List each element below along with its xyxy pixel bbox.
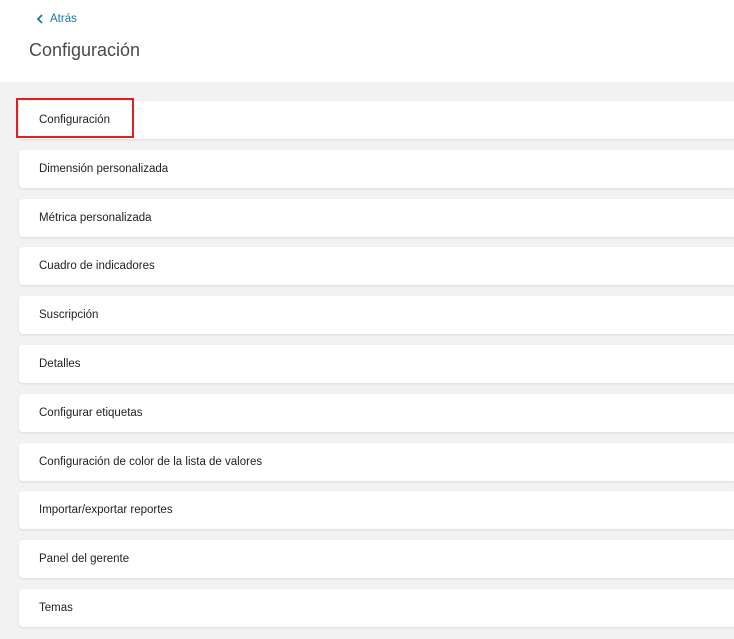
menu-item-temas[interactable]: Temas [19, 588, 734, 627]
menu-item-label: Importar/exportar reportes [39, 504, 173, 517]
page-header: Atrás Configuración [0, 0, 734, 82]
menu-item-label: Dimensión personalizada [39, 162, 169, 175]
menu-item-dimension-personalizada[interactable]: Dimensión personalizada [19, 149, 734, 188]
chevron-left-icon [36, 14, 43, 24]
menu-item-panel-del-gerente[interactable]: Panel del gerente [19, 540, 734, 579]
back-link-label: Atrás [50, 13, 77, 25]
menu-item-label: Cuadro de indicadores [39, 260, 155, 273]
menu-item-importar-exportar-reportes[interactable]: Importar/exportar reportes [19, 491, 734, 530]
back-link[interactable]: Atrás [36, 11, 77, 27]
menu-item-label: Configuración de color de la lista de va… [39, 455, 263, 468]
menu-item-label: Detalles [39, 357, 81, 370]
settings-menu-list: Configuración Dimensión personalizada Mé… [19, 101, 734, 638]
menu-item-cuadro-de-indicadores[interactable]: Cuadro de indicadores [19, 247, 734, 286]
menu-item-label: Configurar etiquetas [39, 406, 143, 419]
menu-item-configuracion[interactable]: Configuración [19, 101, 734, 139]
menu-item-label: Métrica personalizada [39, 211, 152, 224]
menu-item-metrica-personalizada[interactable]: Métrica personalizada [19, 198, 734, 237]
menu-item-label: Configuración [39, 114, 110, 126]
menu-item-label: Temas [39, 601, 73, 614]
menu-item-detalles[interactable]: Detalles [19, 344, 734, 383]
menu-item-label: Panel del gerente [39, 553, 130, 566]
page-title: Configuración [29, 40, 141, 60]
menu-item-label: Suscripción [39, 309, 99, 322]
menu-item-color-lista-valores[interactable]: Configuración de color de la lista de va… [19, 442, 734, 481]
menu-item-suscripcion[interactable]: Suscripción [19, 296, 734, 335]
menu-item-configurar-etiquetas[interactable]: Configurar etiquetas [19, 393, 734, 432]
